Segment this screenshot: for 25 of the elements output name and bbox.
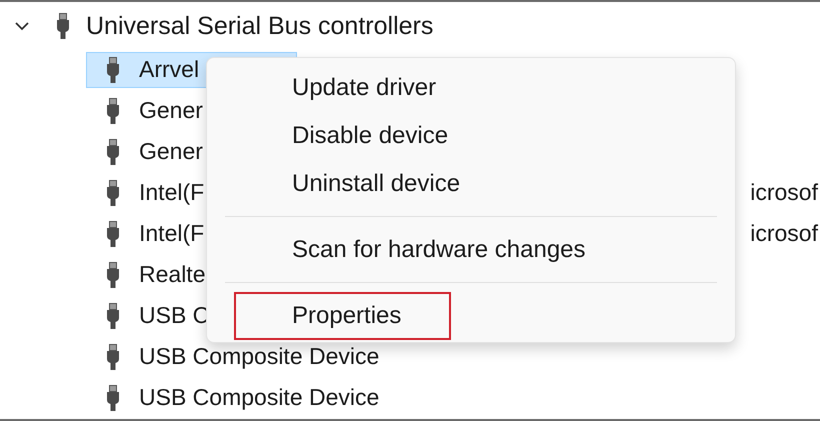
- device-item[interactable]: Intel(F: [86, 174, 216, 210]
- menu-item[interactable]: Scan for hardware changes: [234, 226, 636, 274]
- usb-plug-icon: [106, 220, 120, 246]
- usb-plug-icon: [106, 344, 120, 370]
- device-item[interactable]: USB Composite Device: [86, 338, 390, 374]
- category-label[interactable]: Universal Serial Bus controllers: [86, 12, 434, 40]
- usb-plug-icon: [106, 262, 120, 288]
- usb-plug-icon: [106, 180, 120, 206]
- menu-item[interactable]: Uninstall device: [234, 160, 510, 208]
- usb-plug-icon: [106, 98, 120, 124]
- device-item[interactable]: Intel(F: [86, 216, 216, 252]
- device-text: icrosof: [750, 220, 818, 247]
- device-item[interactable]: Realte: [86, 256, 216, 292]
- usb-plug-icon: [106, 138, 120, 164]
- usb-plug-icon: [106, 384, 120, 410]
- usb-plug-icon: [106, 302, 120, 328]
- usb-plug-icon: [106, 56, 120, 82]
- usb-plug-icon: [56, 13, 70, 39]
- menu-item[interactable]: Properties: [234, 292, 452, 340]
- menu-item[interactable]: Disable device: [234, 112, 498, 160]
- device-text: icrosof: [750, 179, 818, 206]
- device-item[interactable]: Gener: [86, 134, 214, 170]
- device-item[interactable]: USB Composite Device: [86, 380, 390, 416]
- device-item[interactable]: Gener: [86, 92, 214, 128]
- collapse-chevron-icon[interactable]: [14, 20, 30, 32]
